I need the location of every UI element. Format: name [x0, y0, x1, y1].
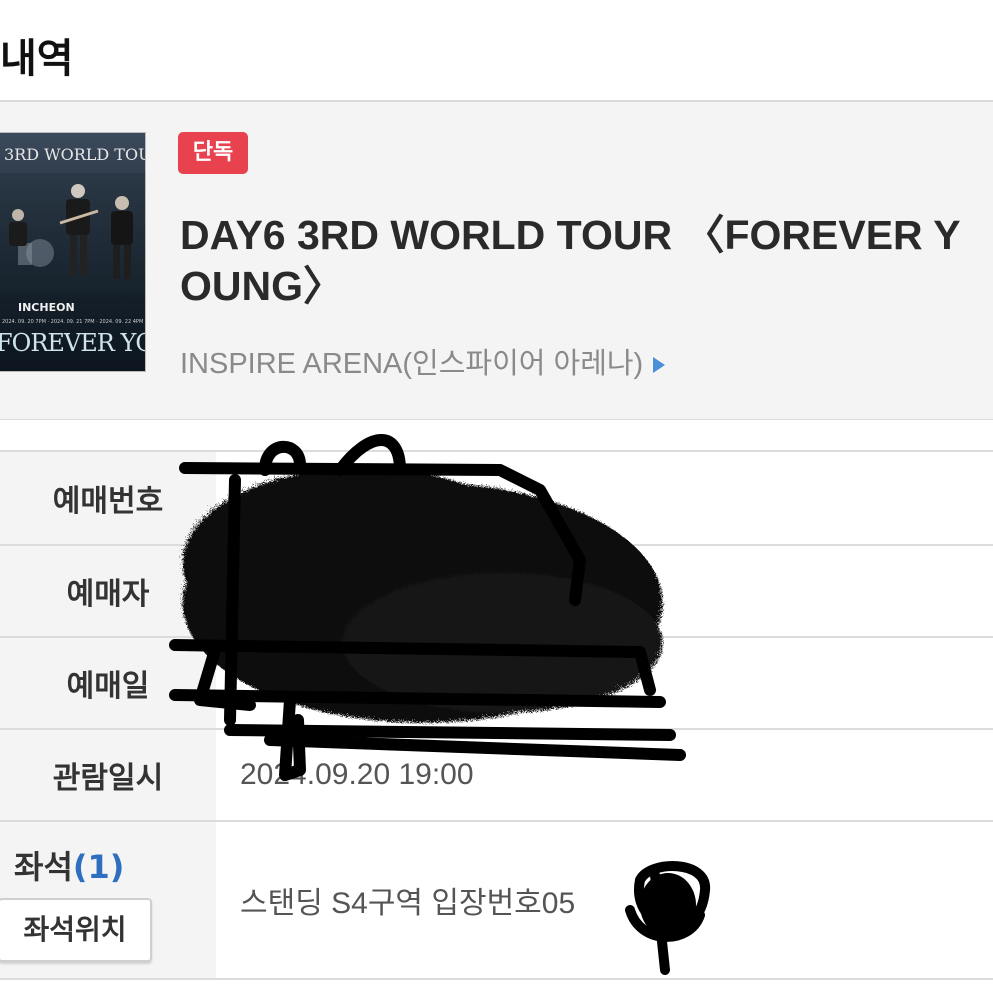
event-title-line-2: OUNG〉: [180, 263, 344, 309]
venue-link[interactable]: INSPIRE ARENA(인스파이어 아레나): [180, 340, 666, 382]
event-title-line-1: DAY6 3RD WORLD TOUR 〈FOREVER Y: [180, 212, 961, 258]
row-booker: 예매자: [0, 544, 993, 636]
seat-label-cell: 좌석(1) 좌석위치: [0, 822, 216, 978]
seat-label: 좌석(1): [14, 842, 124, 888]
booking-date-label: 예매일: [0, 638, 216, 728]
event-title[interactable]: DAY6 3RD WORLD TOUR 〈FOREVER Y OUNG〉: [180, 210, 993, 312]
row-seat: 좌석(1) 좌석위치 스탠딩 S4구역 입장번호05: [0, 820, 993, 980]
event-summary: 3RD WORLD TOUR INCHEON 2024. 09. 20 7PM …: [0, 100, 993, 420]
booker-label: 예매자: [0, 546, 216, 636]
show-datetime-value: 2024.09.20 19:00: [240, 758, 474, 791]
seat-value: 스탠딩 S4구역 입장번호05: [240, 887, 576, 920]
exclusive-badge: 단독: [178, 132, 248, 174]
show-datetime-label: 관람일시: [0, 730, 216, 820]
booking-detail-page: 내역 3RD WORLD TOUR INCHEON 2024. 0: [0, 0, 993, 993]
poster-title: FOREVER YOUNG: [0, 329, 145, 357]
poster-city: INCHEON: [18, 301, 75, 314]
row-booking-date: 예매일: [0, 636, 993, 728]
seat-position-button[interactable]: 좌석위치: [0, 898, 152, 962]
venue-name: INSPIRE ARENA(인스파이어 아레나): [180, 348, 644, 380]
row-show-datetime: 관람일시 2024.09.20 19:00: [0, 728, 993, 820]
poster-band-image: [0, 173, 145, 293]
play-arrow-icon: [653, 357, 666, 374]
event-poster[interactable]: 3RD WORLD TOUR INCHEON 2024. 09. 20 7PM …: [0, 132, 146, 372]
seat-count: (1): [72, 848, 125, 886]
row-booking-number: 예매번호: [0, 450, 993, 544]
booking-number-label: 예매번호: [0, 452, 216, 544]
poster-tour-text: 3RD WORLD TOUR: [4, 145, 145, 164]
page-title: 내역: [0, 36, 74, 82]
seat-label-text: 좌석: [14, 848, 73, 886]
poster-dates: 2024. 09. 20 7PM · 2024. 09. 21 7PM · 20…: [2, 319, 144, 325]
